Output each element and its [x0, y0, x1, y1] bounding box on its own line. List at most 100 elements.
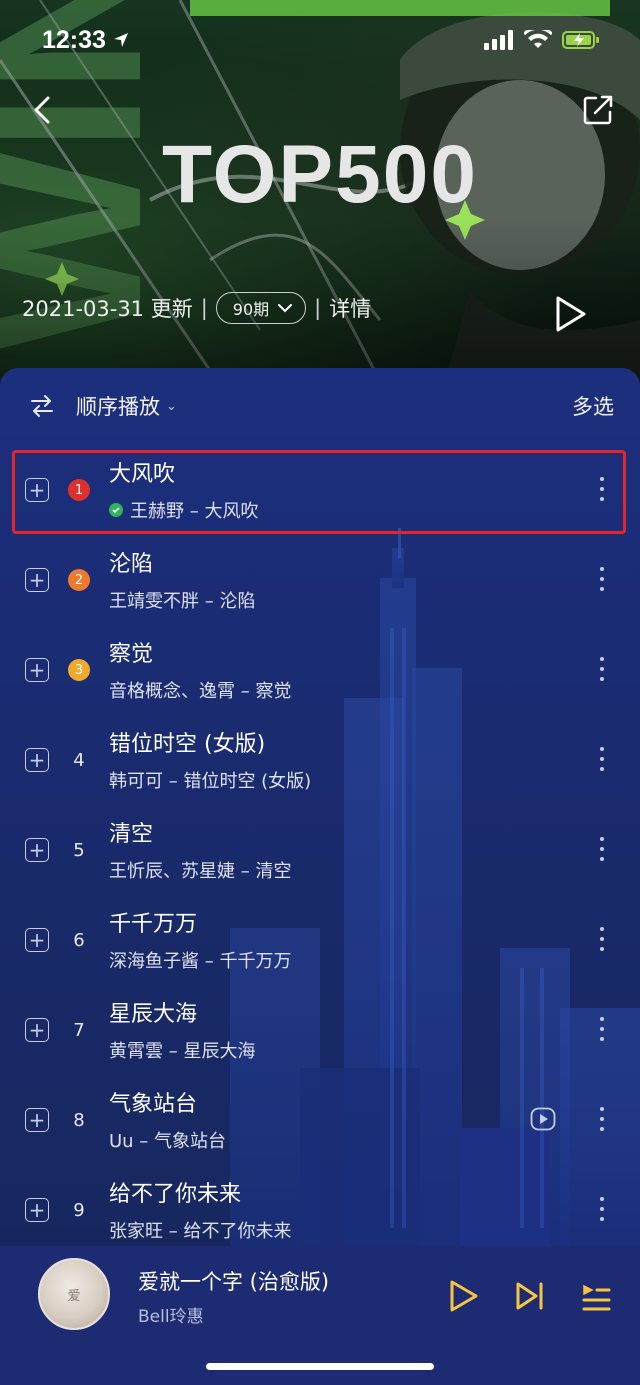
more-icon[interactable]	[594, 654, 610, 684]
now-playing-title: 爱就一个字 (治愈版)	[138, 1270, 330, 1294]
song-title: 沦陷	[109, 552, 154, 577]
song-row[interactable]: + 7 星辰大海 黄霄雲 – 星辰大海	[0, 984, 640, 1074]
song-row[interactable]: + 8 气象站台 Uu – 气象站台	[0, 1074, 640, 1164]
list-toolbar: 顺序播放 ⌄ 多选	[0, 368, 640, 444]
period-selector[interactable]: 90期	[215, 292, 307, 324]
now-playing-artist: Bell玲惠	[138, 1307, 204, 1327]
song-info: 大风吹 王赫野 – 大风吹	[109, 456, 258, 523]
song-artist-album: Uu – 气象站台	[109, 1131, 227, 1152]
location-arrow-icon	[113, 33, 128, 47]
song-artist-album: 黄霄雲 – 星辰大海	[109, 1041, 256, 1062]
chart-banner: WIND 12:33	[0, 0, 640, 400]
add-icon[interactable]: +	[25, 1198, 49, 1222]
verified-icon	[109, 503, 123, 517]
share-icon	[583, 95, 613, 125]
song-title: 星辰大海	[109, 1002, 198, 1027]
song-title: 千千万万	[109, 912, 198, 937]
divider: |	[200, 296, 208, 320]
song-artist-album: 音格概念、逸霄 – 察觉	[109, 681, 292, 702]
song-artist-album: 王靖雯不胖 – 沦陷	[109, 591, 256, 612]
play-icon	[450, 1280, 478, 1312]
add-icon[interactable]: +	[25, 1018, 49, 1042]
song-row[interactable]: + 3 察觉 音格概念、逸霄 – 察觉	[0, 624, 640, 714]
song-title: 气象站台	[109, 1092, 198, 1117]
add-icon[interactable]: +	[25, 658, 49, 682]
song-row[interactable]: + 6 千千万万 深海鱼子酱 – 千千万万	[0, 894, 640, 984]
wifi-icon	[524, 30, 552, 48]
cover-text: 爱	[67, 1288, 81, 1304]
update-date: 2021-03-31 更新	[22, 297, 193, 321]
song-info: 沦陷 王靖雯不胖 – 沦陷	[109, 546, 255, 613]
song-row[interactable]: + 5 清空 王忻辰、苏星婕 – 清空	[0, 804, 640, 894]
play-order-selector[interactable]: 顺序播放	[76, 391, 160, 421]
song-info: 气象站台 Uu – 气象站台	[109, 1086, 226, 1153]
status-bar: 12:33	[0, 0, 640, 80]
add-icon[interactable]: +	[25, 838, 49, 862]
shuffle-order-icon[interactable]	[30, 395, 54, 417]
song-title: 给不了你未来	[109, 1182, 242, 1207]
home-indicator[interactable]	[206, 1363, 434, 1370]
play-button[interactable]	[446, 1278, 482, 1314]
song-row[interactable]: + 2 沦陷 王靖雯不胖 – 沦陷	[0, 534, 640, 624]
chevron-down-icon: ⌄	[166, 398, 177, 414]
more-icon[interactable]	[594, 1014, 610, 1044]
battery-charging-icon	[562, 31, 599, 49]
period-label: 90期	[232, 300, 270, 319]
song-info: 察觉 音格概念、逸霄 – 察觉	[109, 636, 291, 703]
song-artist-album: 王赫野 – 大风吹	[130, 501, 259, 522]
more-icon[interactable]	[594, 834, 610, 864]
add-icon[interactable]: +	[25, 1108, 49, 1132]
play-icon	[556, 296, 586, 332]
details-link[interactable]: 详情	[329, 293, 371, 323]
status-icons	[484, 30, 600, 50]
rank-number: 1	[64, 478, 94, 502]
rank-number: 9	[73, 1199, 85, 1221]
rank-number: 8	[73, 1109, 85, 1131]
add-icon[interactable]: +	[25, 748, 49, 772]
song-info: 星辰大海 黄霄雲 – 星辰大海	[109, 996, 255, 1063]
more-icon[interactable]	[594, 1194, 610, 1224]
next-icon	[516, 1282, 543, 1310]
song-row[interactable]: + 1 大风吹 王赫野 – 大风吹	[0, 444, 640, 534]
song-info: 错位时空 (女版) 韩可可 – 错位时空 (女版)	[109, 726, 311, 793]
multi-select-button[interactable]: 多选	[572, 391, 614, 421]
song-subtitle: 王赫野 – 大风吹	[109, 497, 258, 523]
chart-title: TOP500	[162, 129, 478, 220]
back-icon	[34, 96, 50, 124]
divider: |	[314, 296, 322, 320]
more-icon[interactable]	[594, 924, 610, 954]
playlist-icon	[582, 1284, 611, 1311]
more-icon[interactable]	[594, 744, 610, 774]
more-icon[interactable]	[594, 564, 610, 594]
chevron-down-icon	[278, 304, 293, 313]
song-info: 给不了你未来 张家旺 – 给不了你未来	[109, 1176, 291, 1243]
rank-number: 6	[73, 929, 85, 951]
song-list-panel: 顺序播放 ⌄ 多选 + 1 大风吹 王赫野 – 大风吹 + 2 沦陷 王靖雯不胖…	[0, 368, 640, 1248]
rank-badge: 1	[68, 479, 90, 501]
back-button[interactable]	[22, 90, 62, 130]
song-row[interactable]: + 4 错位时空 (女版) 韩可可 – 错位时空 (女版)	[0, 714, 640, 804]
rank-number: 4	[73, 749, 85, 771]
song-artist-album: 韩可可 – 错位时空 (女版)	[109, 771, 312, 792]
rank-number: 7	[73, 1019, 85, 1041]
album-cover[interactable]: 爱	[38, 1258, 110, 1330]
song-artist-album: 王忻辰、苏星婕 – 清空	[109, 861, 292, 882]
song-artist-album: 深海鱼子酱 – 千千万万	[109, 951, 292, 972]
more-icon[interactable]	[594, 1104, 610, 1134]
chart-info-row: 2021-03-31 更新 | 90期 | 详情	[22, 292, 371, 324]
song-title: 清空	[109, 822, 154, 847]
song-row[interactable]: + 9 给不了你未来 张家旺 – 给不了你未来	[0, 1164, 640, 1248]
rank-badge: 3	[68, 659, 90, 681]
mv-icon[interactable]	[530, 1107, 556, 1131]
status-time: 12:33	[42, 26, 130, 55]
add-icon[interactable]: +	[25, 928, 49, 952]
share-button[interactable]	[578, 90, 618, 130]
playlist-button[interactable]	[578, 1278, 614, 1314]
add-icon[interactable]: +	[25, 568, 49, 592]
song-artist-album: 张家旺 – 给不了你未来	[109, 1221, 292, 1242]
play-all-button[interactable]	[552, 294, 588, 334]
add-icon[interactable]: +	[25, 478, 49, 502]
song-info: 千千万万 深海鱼子酱 – 千千万万	[109, 906, 291, 973]
more-icon[interactable]	[594, 474, 610, 504]
next-button[interactable]	[512, 1278, 548, 1314]
